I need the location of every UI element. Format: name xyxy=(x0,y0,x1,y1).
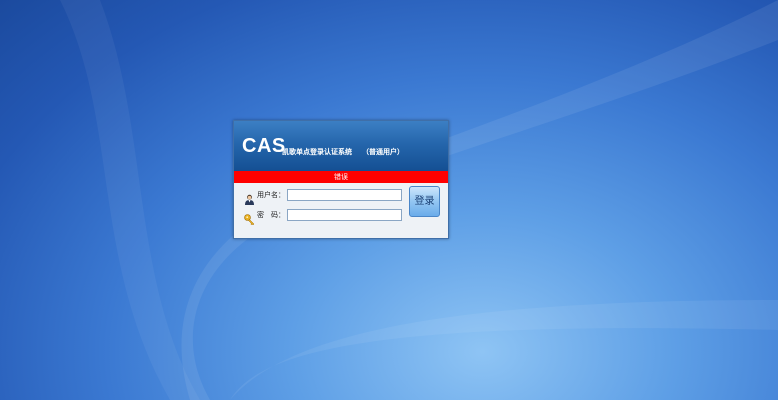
login-form: 用户名： 密 码： 登录 xyxy=(234,183,448,238)
login-panel: CAS 凯歌单点登录认证系统 （普通用户） 错误 用户名： 密 码： 登录 xyxy=(233,120,449,239)
system-title: 凯歌单点登录认证系统 xyxy=(282,148,352,156)
user-icon xyxy=(244,190,255,205)
password-input[interactable] xyxy=(287,209,402,221)
username-row: 用户名： xyxy=(244,188,402,205)
username-input[interactable] xyxy=(287,189,402,201)
password-label: 密 码： xyxy=(257,211,285,219)
username-label: 用户名： xyxy=(257,191,285,199)
brand-logo-text: CAS xyxy=(242,135,286,157)
login-header: CAS 凯歌单点登录认证系统 （普通用户） xyxy=(234,121,448,171)
error-message-bar: 错误 xyxy=(234,171,448,183)
key-icon xyxy=(244,210,255,225)
user-type-label: （普通用户） xyxy=(362,148,404,156)
password-row: 密 码： xyxy=(244,208,402,225)
login-button[interactable]: 登录 xyxy=(409,186,440,217)
